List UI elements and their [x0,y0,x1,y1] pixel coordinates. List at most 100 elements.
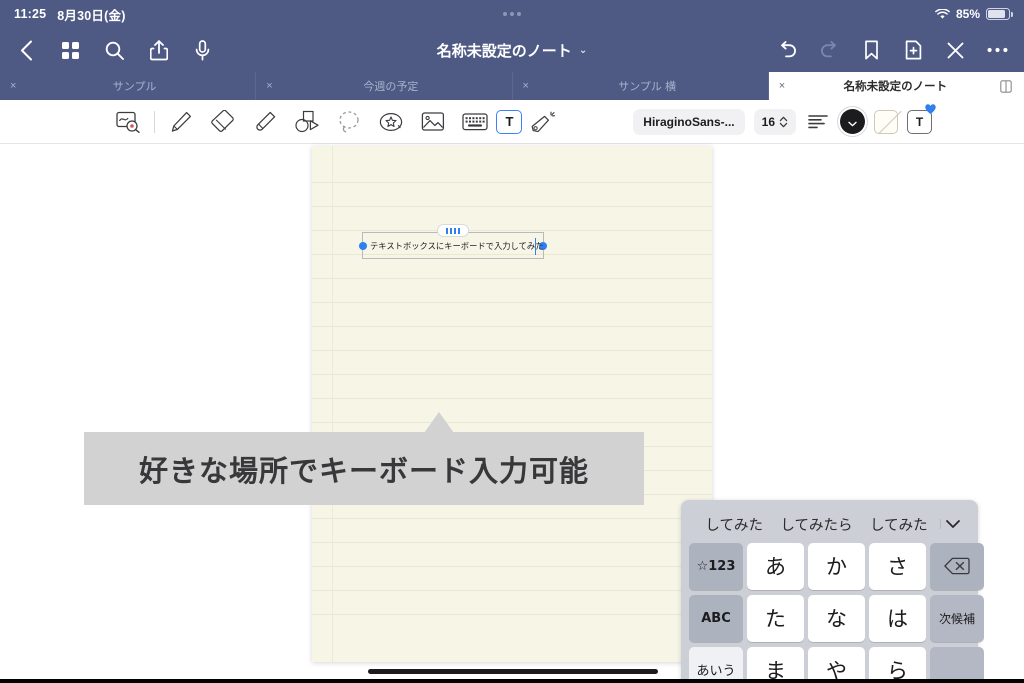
microphone-icon[interactable] [190,38,215,63]
status-bar: 11:25 8月30日(金) 85% [0,0,1024,28]
font-size-selector[interactable]: 16 [753,108,796,135]
callout-banner: 好きな場所でキーボード入力可能 [84,432,644,505]
prediction-candidate-1[interactable]: してみた [693,514,775,535]
key-ha[interactable]: は [869,594,926,642]
align-left-icon [808,114,828,129]
selected-text-box[interactable]: テキストボックスにキーボードで入力してみた [359,224,547,259]
nav-right-group [775,38,1010,63]
key-confirm[interactable]: 確定 [930,646,984,683]
navigation-bar: 名称未設定のノート ⌄ [0,28,1024,72]
bottom-bezel [0,679,1024,683]
svg-text:T: T [505,114,513,129]
tab-label: 名称未設定のノート [843,81,948,93]
search-icon[interactable] [102,38,127,63]
add-page-icon[interactable] [901,38,926,63]
callout-tail [424,412,454,433]
key-backspace[interactable] [930,543,984,590]
battery-icon [986,8,1013,20]
key-kana[interactable]: あいう [689,646,743,683]
key-ya[interactable]: や [808,646,865,683]
key-ka[interactable]: か [808,543,865,590]
text-options-group: HiraginoSans-... 16 T [633,103,1024,135]
undo-icon[interactable] [775,38,800,63]
key-next-candidate[interactable]: 次候補 [930,594,984,642]
text-color-swatch[interactable] [840,109,865,134]
key-ta[interactable]: た [747,594,804,642]
text-align-button[interactable] [805,109,831,135]
page-title: 名称未設定のノート [436,42,572,60]
textbox-drag-grip[interactable] [437,224,469,237]
share-icon[interactable] [146,38,171,63]
highlighter-tool[interactable] [244,105,286,139]
resize-handle-left[interactable] [359,241,367,250]
font-size-label: 16 [761,114,775,129]
tab-close-icon[interactable]: × [779,80,793,92]
note-canvas[interactable]: テキストボックスにキーボードで入力してみた 好きな場所でキーボード入力可能 して… [0,144,1024,683]
redo-icon[interactable] [817,38,842,63]
fill-color-none-swatch[interactable] [874,109,898,134]
key-abc[interactable]: ABC [689,594,743,642]
key-symbols[interactable]: ☆123 [689,543,743,590]
eraser-tool[interactable] [202,105,244,139]
text-box-style-button[interactable]: T [907,103,936,134]
prediction-candidate-3[interactable]: してみた [858,514,940,535]
keyboard-tool[interactable] [454,105,496,139]
laser-pointer-tool[interactable] [522,105,564,139]
tab-close-icon[interactable]: × [10,80,24,92]
back-icon[interactable] [14,38,39,63]
font-family-label: HiraginoSans-... [643,114,735,129]
chevron-down-icon: ⌄ [578,44,588,56]
heart-badge-icon [924,103,937,115]
tab-close-icon[interactable]: × [266,80,280,92]
key-a[interactable]: あ [747,543,804,590]
page-margin-line [332,146,333,662]
expand-predictions-chevron-icon[interactable] [939,519,966,529]
more-icon[interactable] [985,38,1010,63]
text-tool[interactable]: T [496,109,522,134]
prediction-candidate-2[interactable]: してみたら [775,514,857,535]
editing-toolbar: T HiraginoSans-... 16 T [0,100,1024,144]
split-view-icon[interactable] [998,79,1014,93]
font-family-selector[interactable]: HiraginoSans-... [633,108,745,135]
close-icon[interactable] [943,38,968,63]
japanese-keyboard[interactable]: してみた してみたら してみた ☆123 あ か さ ABC た な は 次候補… [681,500,984,683]
tab-bar: × サンプル × 今週の予定 × サンプル 横 × 名称未設定のノート [0,72,1024,100]
tab-sample-landscape[interactable]: × サンプル 横 [513,72,769,100]
status-bar-center [0,12,1024,16]
battery-percent-label: 85% [955,7,980,21]
tab-label: サンプル [112,81,157,93]
ipad-notebook-app-screen: 11:25 8月30日(金) 85% 名称未設定のノート ⌄ × サンプル × … [0,0,1024,683]
lasso-select-tool[interactable] [328,105,370,139]
tab-close-icon[interactable]: × [523,80,537,92]
toolbar-divider [154,110,155,133]
key-ra[interactable]: ら [869,646,926,683]
status-date: 8月30日(金) [57,8,126,23]
wifi-icon [935,8,950,20]
status-time: 11:25 [14,7,47,21]
image-tool[interactable] [412,105,454,139]
tool-group: T [0,105,564,139]
tab-label: サンプル 横 [618,81,676,93]
bookmark-icon[interactable] [859,38,884,63]
tab-weekly-plan[interactable]: × 今週の予定 [256,72,513,100]
grid-view-icon[interactable] [58,38,83,63]
note-page[interactable]: テキストボックスにキーボードで入力してみた [312,146,712,662]
tab-label: 今週の予定 [363,81,419,93]
nav-left-group [14,38,215,63]
tab-untitled-note[interactable]: × 名称未設定のノート [768,72,1024,100]
chevron-down-icon [848,121,857,127]
home-indicator[interactable] [368,669,658,674]
lasso-zoom-tool[interactable] [107,105,149,139]
three-dots-indicator [503,12,521,16]
tab-sample[interactable]: × サンプル [0,72,257,100]
key-na[interactable]: な [808,594,865,642]
shape-tool[interactable] [286,105,328,139]
chevron-updown-icon[interactable] [779,115,788,129]
pen-tool[interactable] [160,105,202,139]
key-sa[interactable]: さ [869,543,926,590]
prediction-bar: してみた してみたら してみた [689,506,970,542]
key-ma[interactable]: ま [747,646,804,683]
sticker-tool[interactable] [370,105,412,139]
status-bar-left: 11:25 8月30日(金) [14,5,126,24]
text-box-style-label: T [915,114,924,129]
